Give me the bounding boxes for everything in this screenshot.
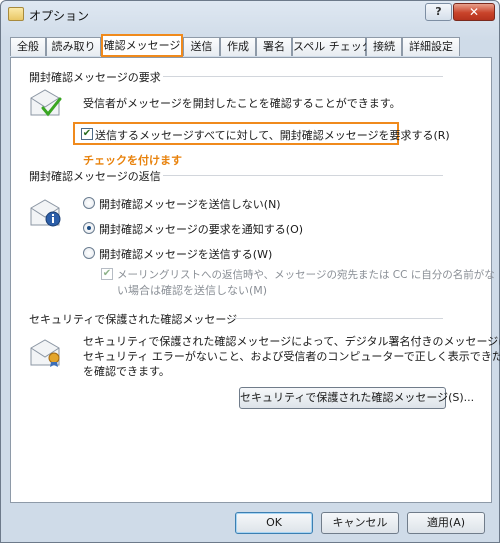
- divider: [163, 175, 443, 176]
- close-button[interactable]: ✕: [453, 3, 495, 21]
- tab-compose[interactable]: 作成: [220, 37, 256, 56]
- secure-receipts-button[interactable]: セキュリティで保護された確認メッセージ(S)...: [239, 387, 474, 409]
- secure-description-line2: セキュリティ エラーがないこと、および受信者のコンピューターで正しく表示できたこ…: [83, 350, 500, 363]
- title-bar: オプション ? ✕: [1, 1, 499, 29]
- radio-notify-me[interactable]: [83, 222, 95, 234]
- tab-general[interactable]: 全般: [10, 37, 46, 56]
- radio-notify-me-label[interactable]: 開封確認メッセージの要求を通知する(O): [99, 221, 303, 237]
- envelope-info-icon: [30, 199, 61, 227]
- tab-send[interactable]: 送信: [183, 37, 220, 56]
- radio-always-send[interactable]: [83, 247, 95, 259]
- tab-signature[interactable]: 署名: [256, 37, 292, 56]
- section-heading-reply: 開封確認メッセージの返信: [29, 170, 161, 183]
- tab-connection[interactable]: 接続: [366, 37, 402, 56]
- tab-spelling[interactable]: スペル チェック: [292, 37, 373, 56]
- tab-panel: 開封確認メッセージの要求 受信者がメッセージを開封したことを確認することができま…: [10, 57, 500, 503]
- secure-description-line3: を確認できます。: [83, 365, 170, 378]
- tab-advanced[interactable]: 詳細設定: [402, 37, 460, 56]
- request-receipt-checkbox[interactable]: ✔: [81, 128, 93, 140]
- envelope-certificate-icon: [30, 339, 60, 367]
- tab-receipts[interactable]: 確認メッセージ: [101, 34, 183, 57]
- ok-button[interactable]: OK: [235, 512, 313, 534]
- section-heading-request: 開封確認メッセージの要求: [29, 71, 161, 84]
- apply-button[interactable]: 適用(A): [407, 512, 485, 534]
- cancel-button[interactable]: キャンセル: [321, 512, 399, 534]
- annotation-text: チェックを付けます: [83, 154, 182, 167]
- radio-never-send[interactable]: [83, 197, 95, 209]
- help-button[interactable]: ?: [425, 3, 452, 21]
- radio-always-send-label[interactable]: 開封確認メッセージを送信する(W): [99, 246, 272, 262]
- section-heading-secure: セキュリティで保護された確認メッセージ: [29, 313, 238, 326]
- divider: [229, 318, 443, 319]
- mailing-list-checkbox[interactable]: ✔: [101, 268, 113, 280]
- secure-description-line1: セキュリティで保護された確認メッセージによって、デジタル署名付きのメッセージに: [83, 335, 500, 348]
- divider: [163, 76, 443, 77]
- tab-read[interactable]: 読み取り: [46, 37, 101, 56]
- app-envelope-icon: [8, 7, 24, 21]
- mailing-list-label-line1: メーリングリストへの返信時や、メッセージの宛先または CC に自分の名前がな: [117, 269, 495, 281]
- mailing-list-label-line2: い場合は確認を送信しない(M): [117, 284, 268, 297]
- options-dialog: オプション ? ✕ 全般 読み取り 確認メッセージ 送信 作成 署名 スペル チ…: [0, 0, 500, 543]
- window-title: オプション: [29, 9, 90, 23]
- envelope-check-icon: [30, 89, 62, 117]
- request-receipt-label[interactable]: 送信するメッセージすべてに対して、開封確認メッセージを要求する(R): [95, 127, 450, 143]
- radio-never-send-label[interactable]: 開封確認メッセージを送信しない(N): [99, 196, 281, 212]
- request-description: 受信者がメッセージを開封したことを確認することができます。: [83, 97, 401, 110]
